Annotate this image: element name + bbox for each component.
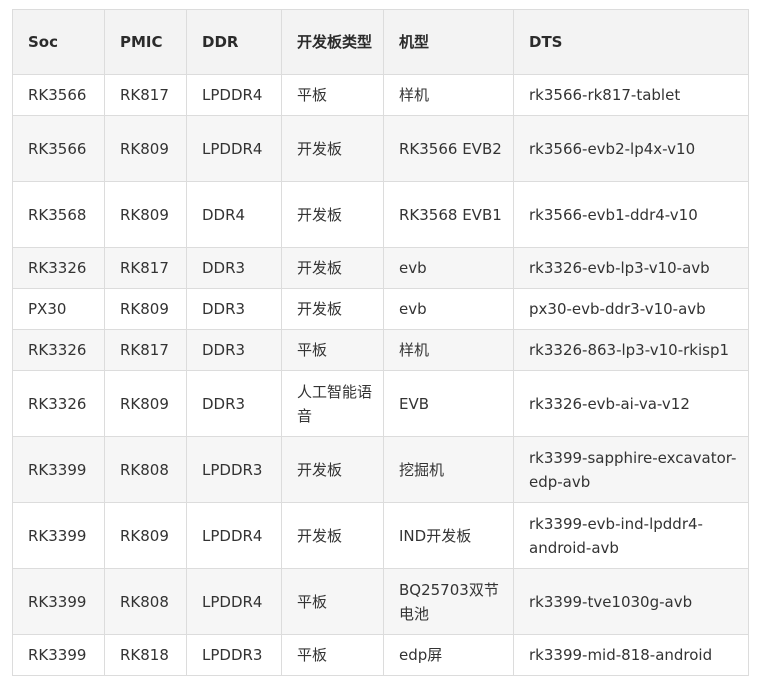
cell-soc: RK3399	[12, 502, 105, 569]
cell-ddr: DDR3	[186, 370, 282, 437]
cell-model: BQ25703双节电池	[383, 568, 514, 635]
cell-ddr: LPDDR3	[186, 436, 282, 503]
cell-ddr: LPDDR4	[186, 568, 282, 635]
table-row: RK3399 RK809 LPDDR4 开发板 IND开发板 rk3399-ev…	[12, 502, 749, 569]
cell-board-type: 开发板	[281, 502, 384, 569]
table-container: Soc PMIC DDR 开发板类型 机型 DTS RK3566 RK817 L…	[12, 9, 749, 676]
cell-pmic: RK809	[104, 181, 187, 248]
cell-soc: RK3399	[12, 436, 105, 503]
cell-ddr: DDR3	[186, 247, 282, 289]
cell-board-type: 开发板	[281, 436, 384, 503]
cell-ddr: LPDDR4	[186, 502, 282, 569]
cell-pmic: RK817	[104, 329, 187, 371]
cell-ddr: LPDDR4	[186, 74, 282, 116]
cell-ddr: DDR4	[186, 181, 282, 248]
table-row: RK3568 RK809 DDR4 开发板 RK3568 EVB1 rk3566…	[12, 181, 749, 248]
cell-pmic: RK808	[104, 568, 187, 635]
cell-dts: rk3399-mid-818-android	[513, 634, 749, 676]
cell-dts: rk3566-evb1-ddr4-v10	[513, 181, 749, 248]
cell-pmic: RK808	[104, 436, 187, 503]
cell-dts: rk3399-evb-ind-lpddr4-android-avb	[513, 502, 749, 569]
table-row: RK3566 RK817 LPDDR4 平板 样机 rk3566-rk817-t…	[12, 74, 749, 116]
cell-pmic: RK817	[104, 74, 187, 116]
soc-dts-table: Soc PMIC DDR 开发板类型 机型 DTS RK3566 RK817 L…	[12, 9, 749, 676]
header-board-type: 开发板类型	[281, 9, 384, 75]
cell-pmic: RK817	[104, 247, 187, 289]
cell-dts: rk3326-evb-ai-va-v12	[513, 370, 749, 437]
header-model: 机型	[383, 9, 514, 75]
table-row: RK3566 RK809 LPDDR4 开发板 RK3566 EVB2 rk35…	[12, 115, 749, 182]
cell-model: evb	[383, 288, 514, 330]
cell-dts: rk3326-863-lp3-v10-rkisp1	[513, 329, 749, 371]
cell-soc: RK3568	[12, 181, 105, 248]
table-row: RK3399 RK808 LPDDR4 平板 BQ25703双节电池 rk339…	[12, 568, 749, 635]
cell-soc: RK3566	[12, 74, 105, 116]
cell-pmic: RK809	[104, 115, 187, 182]
table-row: RK3399 RK818 LPDDR3 平板 edp屏 rk3399-mid-8…	[12, 634, 749, 676]
cell-board-type: 开发板	[281, 247, 384, 289]
cell-model: evb	[383, 247, 514, 289]
table-header: Soc PMIC DDR 开发板类型 机型 DTS	[12, 9, 749, 75]
cell-ddr: DDR3	[186, 329, 282, 371]
table-body: RK3566 RK817 LPDDR4 平板 样机 rk3566-rk817-t…	[12, 74, 749, 676]
cell-model: edp屏	[383, 634, 514, 676]
cell-soc: RK3399	[12, 568, 105, 635]
cell-board-type: 开发板	[281, 115, 384, 182]
cell-pmic: RK818	[104, 634, 187, 676]
cell-soc: RK3326	[12, 247, 105, 289]
cell-board-type: 平板	[281, 329, 384, 371]
cell-dts: px30-evb-ddr3-v10-avb	[513, 288, 749, 330]
cell-dts: rk3566-rk817-tablet	[513, 74, 749, 116]
cell-model: 样机	[383, 74, 514, 116]
cell-board-type: 开发板	[281, 181, 384, 248]
table-row: RK3326 RK809 DDR3 人工智能语音 EVB rk3326-evb-…	[12, 370, 749, 437]
cell-soc: RK3326	[12, 370, 105, 437]
cell-model: EVB	[383, 370, 514, 437]
cell-soc: PX30	[12, 288, 105, 330]
cell-board-type: 人工智能语音	[281, 370, 384, 437]
cell-model: IND开发板	[383, 502, 514, 569]
table-row: RK3326 RK817 DDR3 开发板 evb rk3326-evb-lp3…	[12, 247, 749, 289]
cell-soc: RK3566	[12, 115, 105, 182]
header-pmic: PMIC	[104, 9, 187, 75]
table-row: RK3326 RK817 DDR3 平板 样机 rk3326-863-lp3-v…	[12, 329, 749, 371]
header-soc: Soc	[12, 9, 105, 75]
cell-model: 样机	[383, 329, 514, 371]
header-ddr: DDR	[186, 9, 282, 75]
table-row: PX30 RK809 DDR3 开发板 evb px30-evb-ddr3-v1…	[12, 288, 749, 330]
cell-soc: RK3326	[12, 329, 105, 371]
cell-dts: rk3399-tve1030g-avb	[513, 568, 749, 635]
cell-board-type: 平板	[281, 634, 384, 676]
cell-ddr: LPDDR3	[186, 634, 282, 676]
cell-model: 挖掘机	[383, 436, 514, 503]
cell-board-type: 平板	[281, 568, 384, 635]
cell-pmic: RK809	[104, 502, 187, 569]
cell-ddr: DDR3	[186, 288, 282, 330]
cell-model: RK3566 EVB2	[383, 115, 514, 182]
cell-dts: rk3566-evb2-lp4x-v10	[513, 115, 749, 182]
cell-soc: RK3399	[12, 634, 105, 676]
cell-board-type: 平板	[281, 74, 384, 116]
table-row: RK3399 RK808 LPDDR3 开发板 挖掘机 rk3399-sapph…	[12, 436, 749, 503]
cell-board-type: 开发板	[281, 288, 384, 330]
cell-pmic: RK809	[104, 288, 187, 330]
cell-ddr: LPDDR4	[186, 115, 282, 182]
cell-model: RK3568 EVB1	[383, 181, 514, 248]
cell-dts: rk3399-sapphire-excavator-edp-avb	[513, 436, 749, 503]
header-dts: DTS	[513, 9, 749, 75]
header-row: Soc PMIC DDR 开发板类型 机型 DTS	[12, 9, 749, 75]
cell-dts: rk3326-evb-lp3-v10-avb	[513, 247, 749, 289]
cell-pmic: RK809	[104, 370, 187, 437]
